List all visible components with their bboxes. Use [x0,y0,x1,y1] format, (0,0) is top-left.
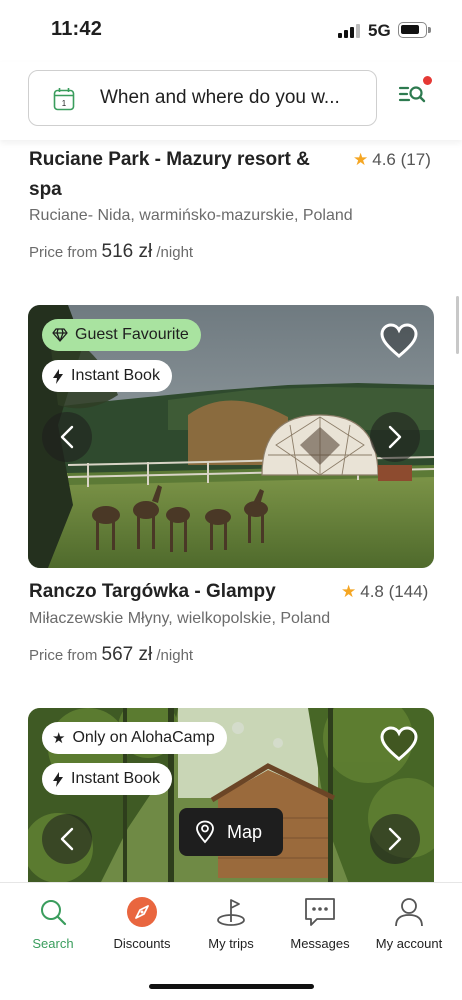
chevron-left-icon [60,827,74,851]
instant-book-badge: Instant Book [42,360,172,392]
favorite-heart-icon[interactable] [380,323,418,359]
nav-search[interactable]: Search [8,895,98,951]
chevron-left-icon [60,425,74,449]
instant-book-badge: Instant Book [42,763,172,795]
map-pin-icon [196,820,214,844]
next-photo-button[interactable] [370,814,420,864]
messages-icon [305,898,335,926]
listing-price: Price from 567 zł /night [29,644,194,665]
search-header: 1 When and where do you w... [0,62,462,140]
filter-search-icon [398,86,426,103]
next-photo-button[interactable] [370,412,420,462]
calendar-icon: 1 [53,88,75,111]
status-bar: 11:42 5G [0,0,462,62]
nav-my-account[interactable]: My account [364,895,454,951]
listing-rating: ★ 4.8 (144) [341,582,429,601]
chevron-right-icon [388,827,402,851]
listing-photo[interactable]: Guest Favourite Instant Book [28,305,434,568]
diamond-icon [52,328,68,342]
guest-favourite-badge: Guest Favourite [42,319,201,351]
favorite-heart-icon[interactable] [380,726,418,762]
listing-location: Miłaczewskie Młyny, wielkopolskie, Polan… [29,610,331,627]
nav-messages[interactable]: Messages [275,895,365,951]
map-button[interactable]: Map [179,808,283,856]
star-icon: ★ [52,730,66,747]
status-time: 11:42 [51,18,103,40]
alohacamp-exclusive-badge: ★ Only on AlohaCamp [42,722,227,754]
account-icon [395,898,423,927]
notification-dot [423,76,432,85]
listing-price: Price from 516 zł /night [29,241,194,262]
bottom-navigation: Search Discounts My trips Messages My ac… [0,882,462,1000]
listing-title[interactable]: Ranczo Targówka - Glampy [29,577,276,607]
nav-my-trips[interactable]: My trips [186,895,276,951]
nav-discounts[interactable]: Discounts [97,895,187,951]
previous-photo-button[interactable] [42,814,92,864]
svg-text:1: 1 [62,99,67,108]
previous-photo-button[interactable] [42,412,92,462]
search-placeholder: When and where do you w... [100,87,340,108]
star-icon: ★ [341,582,357,601]
lightning-icon [53,368,63,384]
network-type: 5G [368,21,391,40]
search-input[interactable]: 1 When and where do you w... [28,70,377,126]
scrollbar[interactable] [456,296,459,354]
home-indicator[interactable] [149,984,314,989]
lightning-icon [53,771,63,787]
compass-icon [127,897,157,927]
results-list[interactable]: Ruciane Park - Mazury resort & spa ★ 4.6 … [0,140,462,882]
listing-rating: ★ 4.6 (17) [353,150,431,169]
chevron-right-icon [388,425,402,449]
listing-title[interactable]: Ruciane Park - Mazury resort & spa [29,145,310,205]
signal-icon [338,24,360,38]
battery-icon [398,22,431,38]
star-icon: ★ [353,150,369,169]
filter-button[interactable] [398,76,432,112]
search-icon [41,900,67,926]
listing-location: Ruciane- Nida, warmińsko-mazurskie, Pola… [29,207,353,224]
trips-icon [217,899,245,926]
